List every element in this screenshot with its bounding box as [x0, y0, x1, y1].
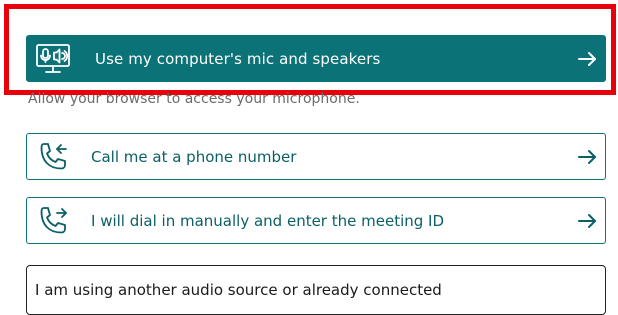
dial-in-button[interactable]: I will dial in manually and enter the me…: [26, 197, 606, 244]
arrow-right-icon: [575, 145, 599, 169]
other-audio-source-button[interactable]: I am using another audio source or alrea…: [26, 265, 606, 315]
call-me-button[interactable]: Call me at a phone number: [26, 133, 606, 180]
arrow-right-icon: [575, 47, 599, 71]
call-me-label: Call me at a phone number: [91, 147, 297, 166]
computer-audio-label: Use my computer's mic and speakers: [95, 49, 381, 68]
computer-audio-icon: [33, 39, 73, 79]
other-audio-source-label: I am using another audio source or alrea…: [35, 281, 442, 299]
phone-outgoing-icon: [33, 201, 73, 241]
computer-audio-hint: Allow your browser to access your microp…: [28, 91, 360, 107]
computer-audio-button[interactable]: Use my computer's mic and speakers: [26, 35, 606, 82]
dial-in-label: I will dial in manually and enter the me…: [91, 211, 445, 230]
phone-incoming-icon: [33, 137, 73, 177]
arrow-right-icon: [575, 209, 599, 233]
